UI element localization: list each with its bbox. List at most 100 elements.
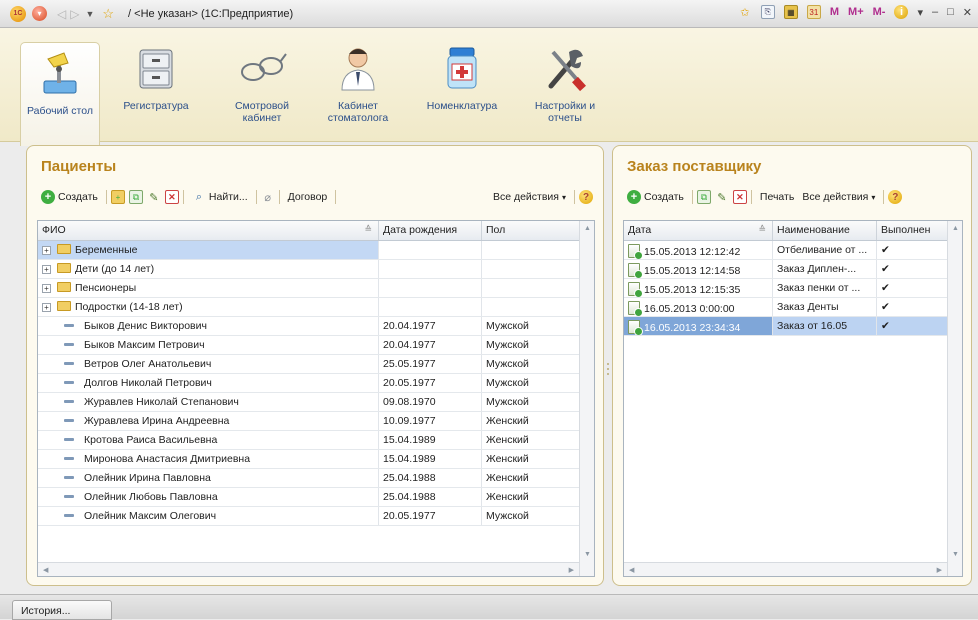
back-arrow-icon[interactable]: ◁ (57, 7, 66, 21)
table-row-group[interactable]: + Беременные (38, 241, 594, 260)
expand-icon[interactable]: + (42, 265, 51, 274)
patients-horizontal-scrollbar[interactable]: ◀ ▶ (38, 562, 579, 576)
table-row[interactable]: Журавлева Ирина Андреевна 10.09.1977 Женск… (38, 412, 594, 431)
copy-icon[interactable]: ⧉ (128, 190, 143, 204)
table-row[interactable]: Быков Денис Викторович 20.04.1977 Мужской (38, 317, 594, 336)
menu-dropdown-icon[interactable]: ▾ (32, 6, 47, 21)
history-dropdown-icon[interactable]: ▼ (85, 9, 94, 19)
section-settings-reports[interactable]: Настройки и отчеты (525, 38, 605, 124)
contract-button[interactable]: Договор (284, 191, 332, 203)
tools-icon (539, 42, 591, 94)
link-icon[interactable]: ⎘ (760, 5, 775, 19)
table-row[interactable]: Олейник Любовь Павловна 25.04.1988 Женский (38, 488, 594, 507)
table-row[interactable]: Олейник Ирина Павловна 25.04.1988 Женский (38, 469, 594, 488)
table-row[interactable]: Миронова Анастасия Дмитриевна 15.04.1989 Ж… (38, 450, 594, 469)
help-icon[interactable]: ? (579, 190, 593, 204)
table-row[interactable]: 16.05.2013 0:00:00 Заказ Денты ✔ (624, 298, 962, 317)
find-button[interactable]: ⌕ Найти... (188, 190, 252, 204)
folder-icon (57, 244, 71, 254)
section-desktop[interactable]: Рабочий стол (20, 42, 100, 146)
expand-icon[interactable]: + (42, 303, 51, 312)
scroll-down-icon[interactable]: ▼ (952, 551, 959, 558)
favorites-icon[interactable]: ✩ (738, 5, 752, 19)
memory-plus-button[interactable]: M+ (848, 6, 864, 18)
scroll-up-icon[interactable]: ▲ (584, 225, 591, 232)
delete-icon[interactable]: ✕ (164, 190, 179, 204)
orders-vertical-scrollbar[interactable]: ▲ ▼ (947, 221, 962, 576)
table-row-group[interactable]: + Дети (до 14 лет) (38, 260, 594, 279)
scroll-right-icon[interactable]: ▶ (937, 566, 942, 574)
dob-cell: 20.04.1977 (379, 336, 482, 354)
column-name-header[interactable]: ФИО ≙ (38, 221, 379, 240)
column-date-label: Дата (628, 224, 652, 236)
column-sex-header[interactable]: Пол (482, 221, 581, 240)
patients-vertical-scrollbar[interactable]: ▲ ▼ (579, 221, 594, 576)
patient-name: Ветров Олег Анатольевич (84, 358, 212, 370)
maximize-icon[interactable]: □ (947, 6, 954, 18)
create-order-button[interactable]: + Создать (623, 190, 688, 204)
table-row[interactable]: Олейник Максим Олегович 20.05.1977 Мужской (38, 507, 594, 526)
memory-minus-button[interactable]: M- (873, 6, 886, 18)
create-patient-button[interactable]: + Создать (37, 190, 102, 204)
table-row-group[interactable]: + Подростки (14-18 лет) (38, 298, 594, 317)
table-row[interactable]: Долгов Николай Петрович 20.05.1977 Мужской (38, 374, 594, 393)
table-row-group[interactable]: + Пенсионеры (38, 279, 594, 298)
help-icon[interactable]: ? (888, 190, 903, 204)
scroll-right-icon[interactable]: ▶ (569, 566, 574, 574)
patients-all-actions-button[interactable]: Все действия ▾ (489, 191, 570, 203)
patient-name: Кротова Раиса Васильевна (84, 434, 218, 446)
file-cabinet-icon (130, 42, 182, 94)
forward-arrow-icon[interactable]: ▷ (70, 7, 79, 21)
scroll-down-icon[interactable]: ▼ (584, 551, 591, 558)
column-done-header[interactable]: Выполнен (877, 221, 949, 240)
edit-pencil-icon[interactable]: ✎ (715, 190, 729, 204)
scroll-left-icon[interactable]: ◀ (43, 566, 48, 574)
section-dentist[interactable]: Кабинет стоматолога (318, 38, 398, 124)
sex-cell: Мужской (482, 355, 581, 373)
folder-icon (57, 301, 71, 311)
table-row[interactable]: Кротова Раиса Васильевна 15.04.1989 Женски… (38, 431, 594, 450)
dob-cell: 10.09.1977 (379, 412, 482, 430)
column-name-header[interactable]: Наименование (773, 221, 877, 240)
expand-icon[interactable]: + (42, 246, 51, 255)
table-row[interactable]: 15.05.2013 12:14:58 Заказ Диплен-... ✔ (624, 260, 962, 279)
section-exam-room[interactable]: Смотровой кабинет (222, 38, 302, 124)
cancel-search-icon[interactable]: ⌀ (261, 190, 275, 204)
table-row[interactable]: 15.05.2013 12:12:42 Отбеливание от ... ✔ (624, 241, 962, 260)
print-button[interactable]: Печать (756, 191, 798, 203)
section-nomenclature[interactable]: Номенклатура (422, 38, 502, 112)
scroll-left-icon[interactable]: ◀ (629, 566, 634, 574)
delete-icon[interactable]: ✕ (732, 190, 747, 204)
orders-all-actions-button[interactable]: Все действия ▾ (798, 191, 879, 203)
app-logo-icon[interactable]: 1С (10, 5, 26, 22)
orders-table[interactable]: Дата ≙ Наименование Выполнен 15.05.2013 1… (623, 220, 963, 577)
table-row[interactable]: 15.05.2013 12:15:35 Заказ пенки от ... ✔ (624, 279, 962, 298)
calculator-icon[interactable]: ▦ (783, 5, 798, 19)
scroll-up-icon[interactable]: ▲ (952, 225, 959, 232)
memory-button[interactable]: M (830, 6, 839, 18)
table-row[interactable]: Журавлев Николай Степанович 09.08.1970 Муж… (38, 393, 594, 412)
info-icon[interactable]: i (894, 5, 909, 19)
minimize-icon[interactable]: – (932, 6, 938, 18)
table-row[interactable]: Ветров Олег Анатольевич 25.05.1977 Мужской (38, 355, 594, 374)
calendar-icon[interactable]: 31 (806, 5, 821, 19)
patients-table[interactable]: ФИО ≙ Дата рождения Пол + Беременные + Дети… (37, 220, 595, 577)
item-icon (64, 381, 74, 384)
edit-pencil-icon[interactable]: ✎ (147, 190, 161, 204)
section-registry[interactable]: Регистратура (116, 38, 196, 112)
column-dob-header[interactable]: Дата рождения (379, 221, 482, 240)
orders-horizontal-scrollbar[interactable]: ◀ ▶ (624, 562, 947, 576)
table-row-selected[interactable]: 16.05.2013 23:34:34 Заказ от 16.05 ✔ (624, 317, 962, 336)
copy-icon[interactable]: ⧉ (696, 190, 711, 204)
add-folder-icon[interactable]: + (110, 190, 125, 204)
folder-icon (57, 263, 71, 273)
panel-splitter[interactable] (606, 360, 610, 390)
create-order-label: Создать (644, 191, 684, 203)
close-icon[interactable]: ✕ (963, 6, 972, 19)
info-dropdown-icon[interactable]: ▾ (917, 6, 923, 19)
expand-icon[interactable]: + (42, 284, 51, 293)
table-row[interactable]: Быков Максим Петрович 20.04.1977 Мужской (38, 336, 594, 355)
column-date-header[interactable]: Дата ≙ (624, 221, 773, 240)
history-button[interactable]: История... (12, 600, 112, 620)
favorite-star-icon[interactable]: ☆ (102, 6, 114, 22)
